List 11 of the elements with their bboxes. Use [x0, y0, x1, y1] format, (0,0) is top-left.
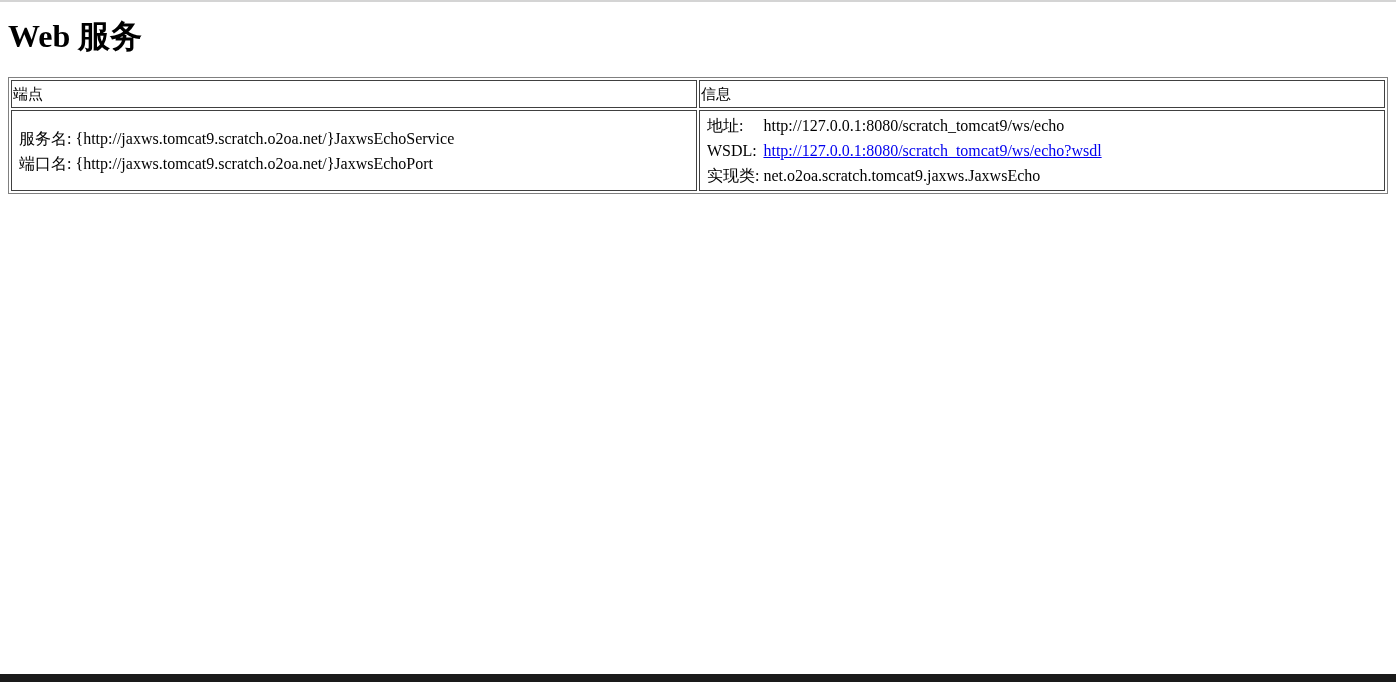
endpoint-line: 服务名: {http://jaxws.tomcat9.scratch.o2oa.net/}JaxwsEchoService: [19, 129, 455, 147]
wsdl-link[interactable]: http://127.0.0.1:8080/scratch_tomcat9/ws/echo?wsdl: [763, 142, 1102, 159]
column-header: 端点: [11, 80, 697, 108]
info-label: 地址:: [707, 117, 744, 134]
info-label: 实现类:: [707, 167, 760, 184]
info-value: net.o2oa.scratch.tomcat9.jaxws.JaxwsEcho: [763, 167, 1041, 184]
page-title: Web 服务: [8, 18, 144, 55]
column-header: 信息: [699, 80, 1385, 108]
endpoint-line: 端口名: {http://jaxws.tomcat9.scratch.o2oa.net/}JaxwsEchoPort: [19, 154, 433, 172]
info-value: http://127.0.0.1:8080/scratch_tomcat9/ws/echo: [763, 117, 1065, 134]
info-label: WSDL:: [707, 142, 757, 159]
